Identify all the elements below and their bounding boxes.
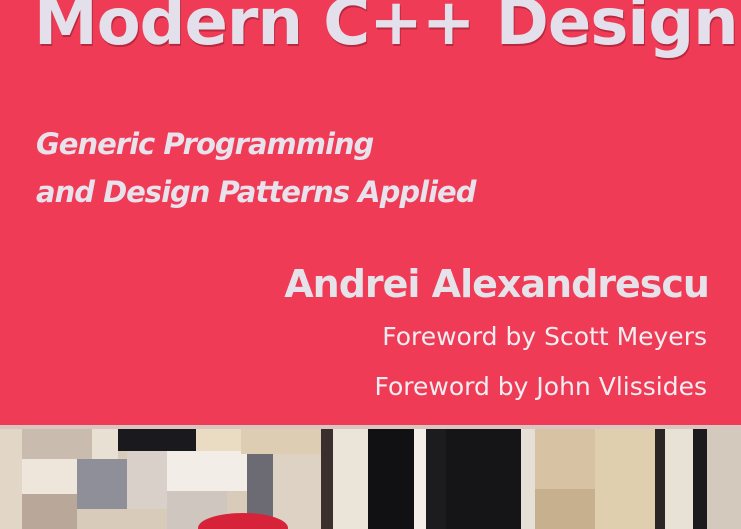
book-subtitle: Generic Programming and Design Patterns … xyxy=(36,120,556,216)
foreword-credit-1: Foreword by Scott Meyers xyxy=(382,322,707,351)
book-title: Modern C++ Design xyxy=(34,0,739,60)
author-name: Andrei Alexandrescu xyxy=(284,262,710,306)
foreword-credit-2: Foreword by John Vlissides xyxy=(374,372,707,401)
book-cover: Modern C++ Design Generic Programming an… xyxy=(0,0,741,529)
title-panel: Modern C++ Design Generic Programming an… xyxy=(0,0,741,425)
subtitle-line-2: and Design Patterns Applied xyxy=(36,175,476,209)
cover-painting-image xyxy=(0,429,741,529)
subtitle-line-1: Generic Programming xyxy=(36,127,374,161)
